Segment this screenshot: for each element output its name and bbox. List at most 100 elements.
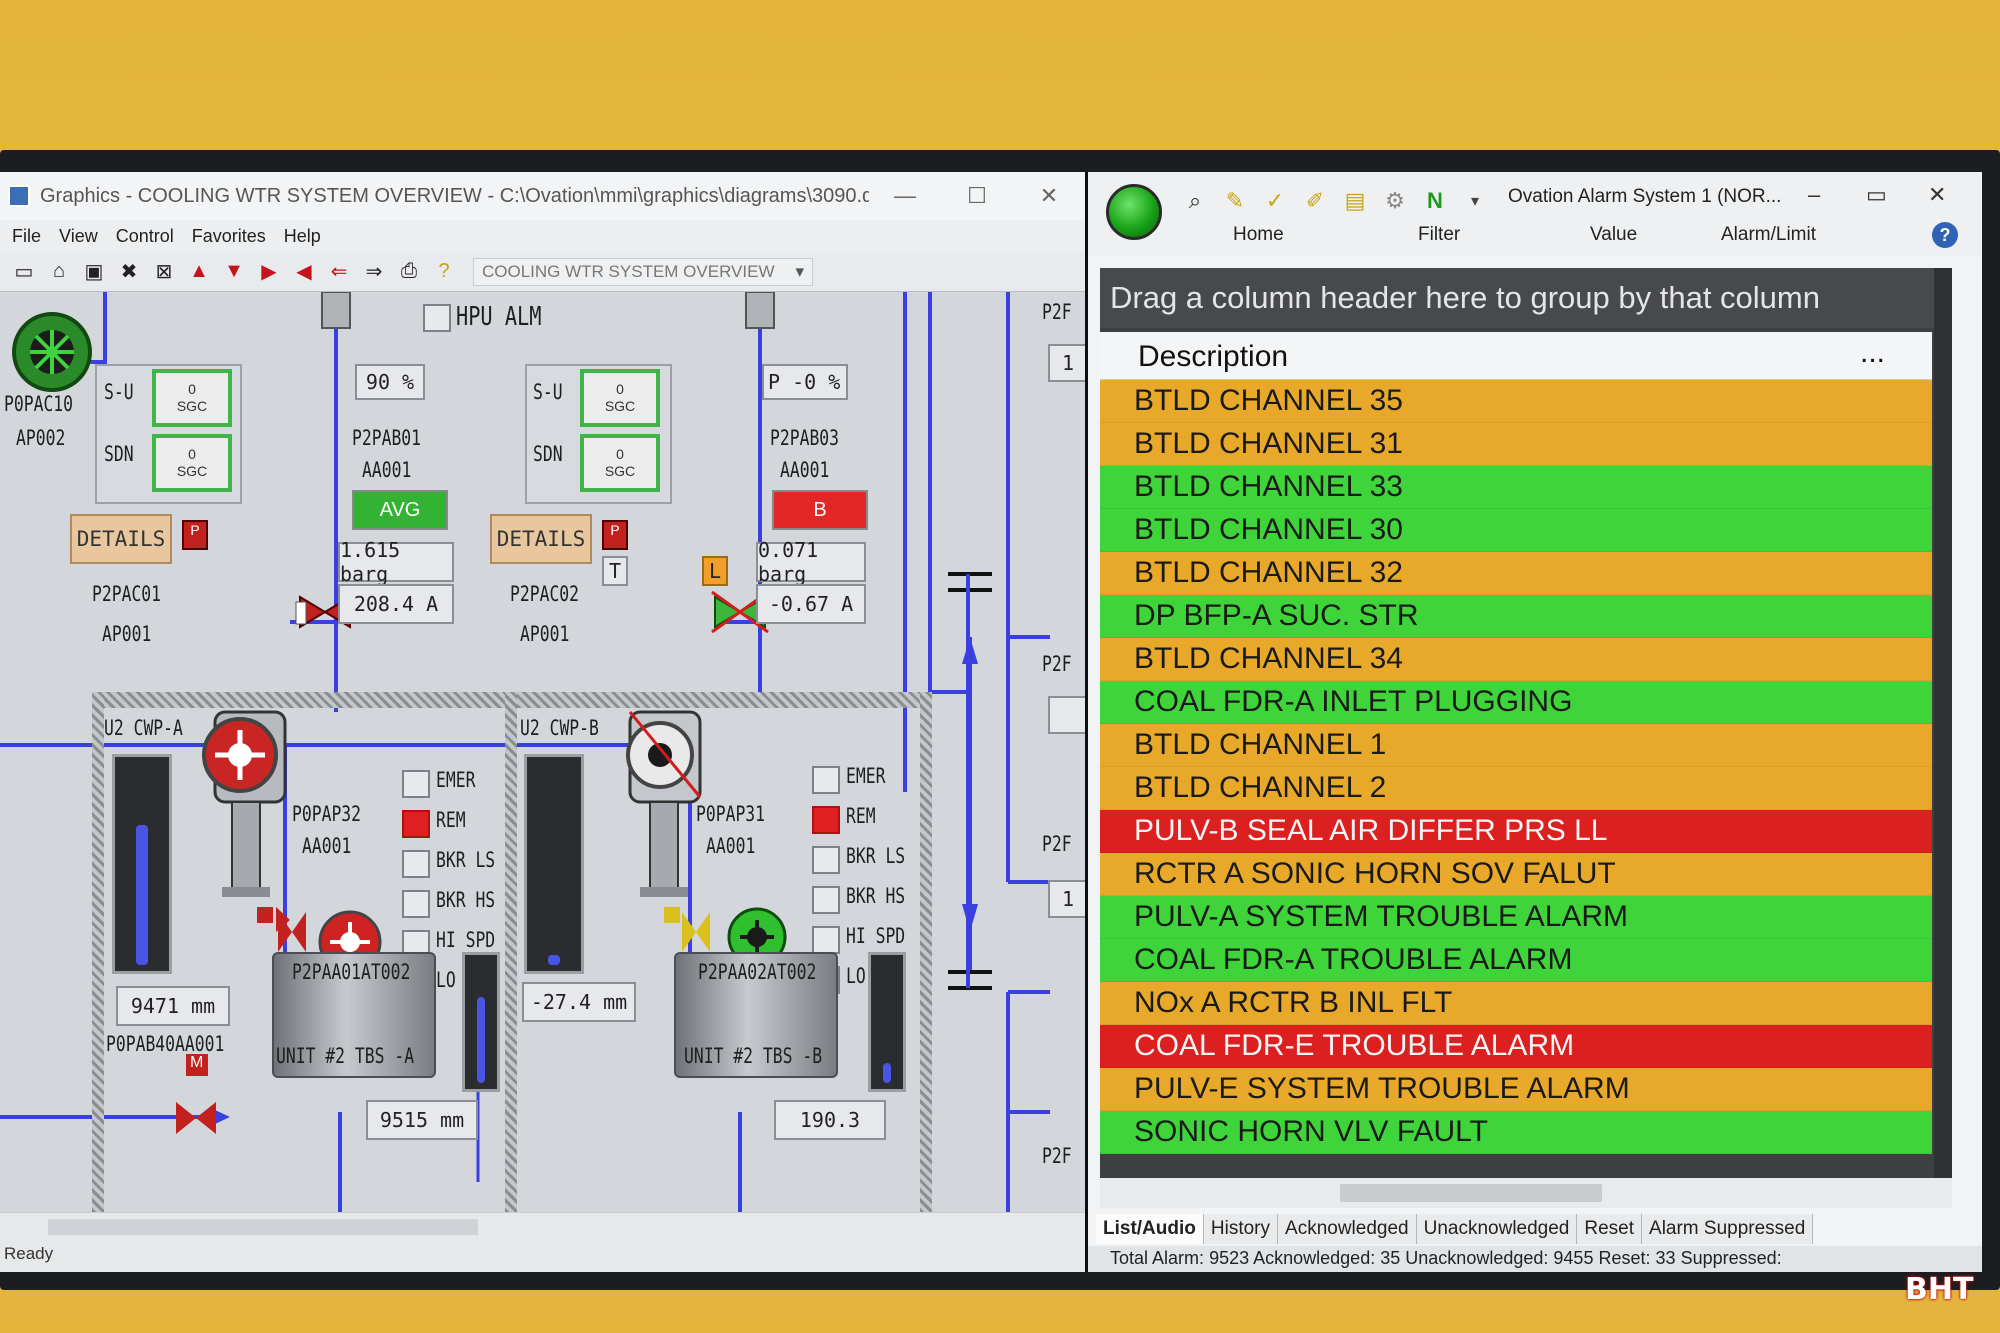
acknowledge-page-icon[interactable]: ✓ — [1260, 186, 1290, 216]
diagram-selector[interactable]: COOLING WTR SYSTEM OVERVIEW — [473, 257, 813, 286]
alarm-row[interactable]: BTLD CHANNEL 34 — [1100, 638, 1932, 681]
menu-control[interactable]: Control — [116, 226, 174, 247]
su-sgc-a[interactable]: 0 SGC — [152, 369, 232, 427]
nav-alarm-limit[interactable]: Alarm/Limit — [1721, 224, 1816, 246]
alarm-row[interactable]: BTLD CHANNEL 33 — [1100, 466, 1932, 509]
level-gauge-a — [112, 754, 172, 974]
check-bkr-ls-a[interactable] — [402, 850, 430, 878]
alarm-row[interactable]: BTLD CHANNEL 30 — [1100, 509, 1932, 552]
graphics-status-bar: Ready — [0, 1240, 1085, 1272]
alarm-row[interactable]: COAL FDR-A INLET PLUGGING — [1100, 681, 1932, 724]
total-alarm-label: Total Alarm: — [1110, 1248, 1205, 1268]
reset-icon[interactable]: ✐ — [1300, 186, 1330, 216]
alarm-row[interactable]: SONIC HORN VLV FAULT — [1100, 1111, 1932, 1154]
network-icon[interactable]: N — [1420, 186, 1450, 216]
menu-help[interactable]: Help — [284, 226, 321, 247]
check-bkr-hs-b[interactable] — [812, 886, 840, 914]
open-folder-icon[interactable]: ▭ — [10, 259, 38, 285]
sdn-sgc-a[interactable]: 0 SGC — [152, 434, 232, 492]
frame-icon[interactable]: ⊠ — [150, 259, 178, 285]
alarm-row[interactable]: DP BFP-A SUC. STR — [1100, 595, 1932, 638]
acknowledge-icon[interactable]: ✎ — [1220, 186, 1250, 216]
monitor-screen: Graphics - COOLING WTR SYSTEM OVERVIEW -… — [0, 172, 1982, 1272]
menu-favorites[interactable]: Favorites — [192, 226, 266, 247]
delete-icon[interactable]: ✖ — [115, 259, 143, 285]
tab-unacknowledged[interactable]: Unacknowledged — [1416, 1214, 1578, 1244]
nav-home[interactable]: Home — [1233, 224, 1284, 246]
tab-reset[interactable]: Reset — [1577, 1214, 1643, 1244]
alarm-row[interactable]: PULV-A SYSTEM TROUBLE ALARM — [1100, 896, 1932, 939]
alarm-row[interactable]: BTLD CHANNEL 32 — [1100, 552, 1932, 595]
description-column-header[interactable]: Description ... — [1100, 332, 1932, 380]
diagram-horizontal-scrollbar[interactable] — [0, 1212, 1085, 1240]
alarm-row[interactable]: BTLD CHANNEL 2 — [1100, 767, 1932, 810]
alarm-horizontal-scrollbar[interactable] — [1100, 1178, 1952, 1208]
settings-icon[interactable]: ⚙ — [1380, 186, 1410, 216]
help-icon[interactable]: ? — [1932, 222, 1958, 248]
arrow-down-icon[interactable]: ▼ — [220, 259, 248, 285]
check-label-rem-b: REM — [846, 804, 876, 828]
alarm-row[interactable]: PULV-B SEAL AIR DIFFER PRS LL — [1100, 810, 1932, 853]
export-icon[interactable]: ▤ — [1340, 186, 1370, 216]
alarm-vertical-scrollbar[interactable] — [1934, 268, 1952, 1178]
pump-top-left-name: P0PAC10 — [4, 392, 74, 416]
valve-a-status[interactable]: AVG — [352, 490, 448, 530]
maximize-button[interactable]: ☐ — [941, 183, 1013, 209]
arrow-up-icon[interactable]: ▲ — [185, 259, 213, 285]
check-emer-b[interactable] — [812, 766, 840, 794]
window-icon[interactable]: ▣ — [80, 259, 108, 285]
su-sgc-b[interactable]: 0 SGC — [580, 369, 660, 427]
alarm-row[interactable]: BTLD CHANNEL 31 — [1100, 423, 1932, 466]
check-rem-b[interactable] — [812, 806, 840, 834]
check-hi-spd-b[interactable] — [812, 926, 840, 954]
details-button-b[interactable]: DETAILS — [490, 514, 592, 564]
alarm-row[interactable]: BTLD CHANNEL 35 — [1100, 380, 1932, 423]
level-gauge-b — [524, 754, 584, 974]
valve-b-status[interactable]: B — [772, 490, 868, 530]
back-icon[interactable]: ⇐ — [325, 259, 353, 285]
menu-file[interactable]: File — [12, 226, 41, 247]
details-button-a[interactable]: DETAILS — [70, 514, 172, 564]
alarm-status-light-icon[interactable] — [1106, 184, 1162, 240]
tab-acknowledged[interactable]: Acknowledged — [1278, 1214, 1417, 1244]
check-label-bkr-ls-a: BKR LS — [436, 848, 496, 872]
home-diagram-icon[interactable]: ⌂ — [45, 259, 73, 285]
alarm-row[interactable]: COAL FDR-A TROUBLE ALARM — [1100, 939, 1932, 982]
tab-history[interactable]: History — [1203, 1214, 1279, 1244]
sdn-sgc-b[interactable]: 0 SGC — [580, 434, 660, 492]
alarm-row[interactable]: PULV-E SYSTEM TROUBLE ALARM — [1100, 1068, 1932, 1111]
alarm-maximize-button[interactable]: ▭ — [1866, 182, 1887, 208]
help-key-icon[interactable]: ? — [430, 259, 458, 285]
cwp-b-label: U2 CWP-B — [520, 716, 599, 740]
alarm-row[interactable]: BTLD CHANNEL 1 — [1100, 724, 1932, 767]
dropdown-icon[interactable]: ▾ — [1460, 186, 1490, 216]
tab-alarm-suppressed[interactable]: Alarm Suppressed — [1642, 1214, 1814, 1244]
print-icon[interactable]: ⎙ — [395, 259, 423, 285]
alarm-minimize-button[interactable]: – — [1808, 182, 1820, 208]
alarm-totals-bar: Total Alarm: 9523 Acknowledged: 35 Unack… — [1088, 1246, 1982, 1272]
forward-icon[interactable]: ⇒ — [360, 259, 388, 285]
column-menu-button[interactable]: ... — [1860, 336, 1885, 370]
arrow-right-icon[interactable]: ▶ — [255, 259, 283, 285]
check-bkr-ls-b[interactable] — [812, 846, 840, 874]
check-bkr-hs-a[interactable] — [402, 890, 430, 918]
tab-list-audio[interactable]: List/Audio — [1096, 1214, 1204, 1244]
minimize-button[interactable]: — — [869, 183, 941, 209]
check-label-rem-a: REM — [436, 808, 466, 832]
menu-view[interactable]: View — [59, 226, 98, 247]
alarm-row[interactable]: NOx A RCTR B INL FLT — [1100, 982, 1932, 1025]
alarm-row[interactable]: COAL FDR-E TROUBLE ALARM — [1100, 1025, 1932, 1068]
nav-filter[interactable]: Filter — [1418, 224, 1460, 246]
check-emer-a[interactable] — [402, 770, 430, 798]
alarm-row[interactable]: RCTR A SONIC HORN SOV FALUT — [1100, 853, 1932, 896]
nav-value[interactable]: Value — [1590, 224, 1637, 246]
search-icon[interactable]: ⌕ — [1180, 186, 1210, 216]
cwp-a-label: U2 CWP-A — [104, 716, 183, 740]
alarm-tabs: List/Audio History Acknowledged Unacknow… — [1096, 1214, 1814, 1244]
sgc-label: SGC — [604, 463, 636, 479]
arrow-left-icon[interactable]: ◀ — [290, 259, 318, 285]
check-rem-a[interactable] — [402, 810, 430, 838]
close-button[interactable]: ✕ — [1013, 183, 1085, 209]
alarm-close-button[interactable]: ✕ — [1928, 182, 1946, 208]
level-a-value: 9471 mm — [116, 986, 230, 1026]
